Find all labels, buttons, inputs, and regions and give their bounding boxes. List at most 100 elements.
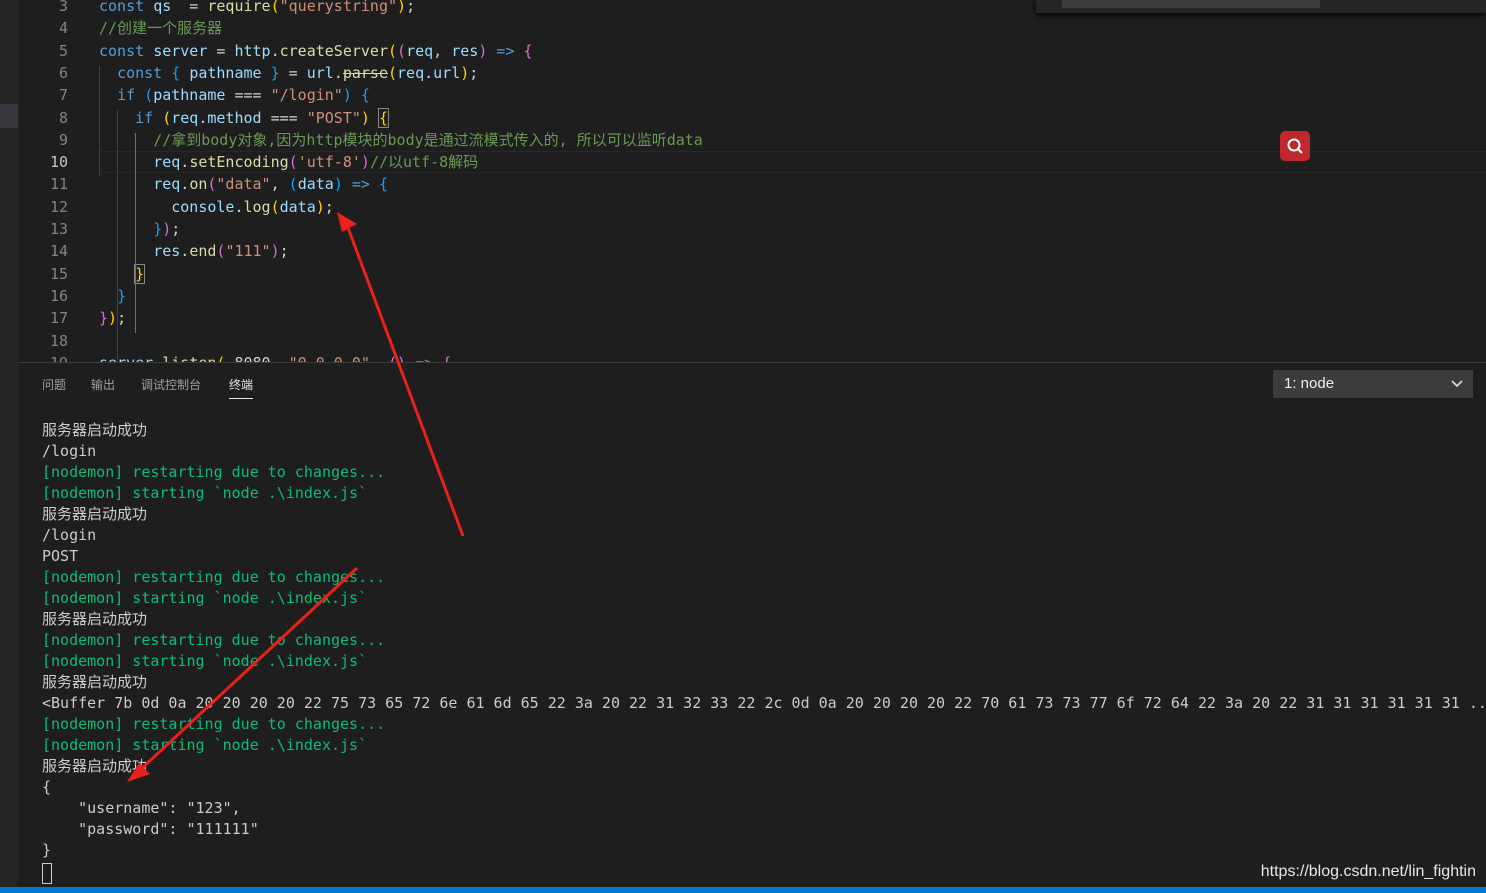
code-token: ) (478, 41, 488, 60)
terminal-line: [nodemon] restarting due to changes... (42, 463, 386, 481)
line-number: 14 (49, 242, 68, 261)
code-token: . (180, 242, 190, 261)
search-icon (1287, 138, 1303, 154)
terminal-line: POST (42, 547, 79, 565)
code-line[interactable]: 8 if (req.method === "POST") { (18, 107, 1486, 129)
code-text: req.on("data", (data) => { (99, 173, 388, 195)
activity-bar (0, 0, 18, 893)
code-token: setEncoding (189, 153, 289, 172)
code-token: , (433, 41, 452, 60)
code-token: const (99, 0, 154, 15)
code-token: . (180, 175, 190, 194)
code-text: const qs = require("querystring"); (99, 0, 415, 17)
code-line[interactable]: 13 }); (18, 218, 1486, 240)
code-line[interactable]: 5 const server = http.createServer((req, … (18, 40, 1486, 62)
code-token: req (153, 175, 181, 194)
code-token: url (306, 63, 334, 82)
terminal-line: "username": "123", (42, 799, 241, 817)
code-token: { (523, 41, 533, 60)
code-token: console (171, 197, 235, 216)
code-token: //拿到body对象,因为http模块的body是通过流模式传入的, 所以可以监… (153, 130, 703, 149)
code-token: pathname (189, 63, 262, 82)
terminal-select-label: 1: node (1284, 375, 1335, 392)
code-token: ( (162, 108, 172, 127)
code-token: require (207, 0, 271, 15)
code-line[interactable]: 4 //创建一个服务器 (18, 17, 1486, 39)
code-token: ) (315, 197, 325, 216)
code-text: server.listen( 8080, "0.0.0.0", () => { (99, 352, 451, 362)
code-token: ( (397, 41, 407, 60)
code-token: end (189, 242, 217, 261)
code-token: ; (469, 63, 479, 82)
code-token: ( (388, 354, 397, 362)
code-line[interactable]: 15 } (18, 263, 1486, 285)
code-text: } (99, 285, 126, 307)
line-number: 12 (49, 197, 68, 216)
code-token: ) (397, 0, 407, 15)
code-token: "data" (216, 175, 271, 194)
line-number: 10 (49, 153, 68, 172)
code-text: }); (99, 307, 126, 329)
code-text: }); (99, 218, 180, 240)
code-text: //拿到body对象,因为http模块的body是通过流模式传入的, 所以可以监… (99, 129, 703, 151)
code-line[interactable]: 14 res.end("111"); (18, 240, 1486, 262)
terminal-line: [nodemon] restarting due to changes... (42, 715, 386, 733)
code-line[interactable]: 9 //拿到body对象,因为http模块的body是通过流模式传入的, 所以可… (18, 129, 1486, 151)
line-number: 15 (49, 264, 68, 283)
code-editor[interactable]: 3 const qs = require("querystring"); 4//创建… (18, 0, 1486, 362)
code-line[interactable]: 18 (18, 330, 1486, 352)
code-token: "0.0.0.0" (289, 354, 370, 362)
code-line[interactable]: 11 req.on("data", (data) => { (18, 173, 1486, 195)
code-text: //创建一个服务器 (99, 17, 222, 39)
code-token: listen (162, 354, 216, 362)
code-line[interactable]: 19server.listen( 8080, "0.0.0.0", () => … (18, 352, 1486, 362)
activity-bar-active-marker (0, 104, 18, 128)
terminal-select[interactable]: 1: node (1273, 370, 1473, 398)
panel-tab[interactable]: 终端 (229, 377, 254, 399)
code-line[interactable]: 6 const { pathname } = url.parse(req.url… (18, 62, 1486, 84)
code-text: const server = http.createServer((req, r… (99, 40, 533, 62)
code-token: //创建一个服务器 (99, 19, 223, 38)
terminal-line: [nodemon] starting `node .\index.js` (42, 589, 368, 607)
terminal-line: "password": "111111" (42, 820, 259, 838)
panel-tab[interactable]: 问题 (42, 377, 66, 393)
code-token: server (99, 354, 153, 362)
code-token: { (377, 107, 390, 128)
code-token: req (406, 41, 434, 60)
code-token: => (406, 354, 442, 362)
code-token: ( (388, 63, 398, 82)
terminal-line: [nodemon] restarting due to changes... (42, 568, 386, 586)
find-input[interactable] (1062, 0, 1320, 8)
code-line[interactable]: 16 } (18, 285, 1486, 307)
code-token: . (153, 354, 162, 362)
code-token: = (171, 0, 208, 15)
line-number: 5 (58, 41, 68, 60)
panel-tab[interactable]: 调试控制台 (141, 377, 201, 393)
terminal-cursor (42, 863, 52, 884)
code-line[interactable]: 12 console.log(data); (18, 196, 1486, 218)
indent-guide (135, 133, 136, 333)
code-token: method (207, 108, 262, 127)
code-text: req.setEncoding('utf-8')//以utf-8解码 (99, 151, 478, 173)
code-token: //以utf-8解码 (369, 153, 479, 172)
code-line[interactable]: 7 if (pathname === "/login") { (18, 84, 1486, 106)
code-token: } (261, 63, 280, 82)
terminal-line: { (42, 778, 52, 796)
code-token: ) (333, 175, 343, 194)
indent-guide (99, 66, 100, 176)
code-line[interactable]: 10 req.setEncoding('utf-8')//以utf-8解码 (18, 151, 1486, 173)
search-button[interactable] (1280, 131, 1310, 161)
panel-tab[interactable]: 输出 (91, 377, 115, 393)
code-line[interactable]: 17}); (18, 307, 1486, 329)
code-token: { (378, 175, 388, 194)
find-widget (1036, 0, 1486, 13)
code-token: 8080, (225, 354, 288, 362)
code-token: const (99, 41, 154, 60)
code-token: req (153, 153, 181, 172)
code-token: "querystring" (279, 0, 398, 15)
